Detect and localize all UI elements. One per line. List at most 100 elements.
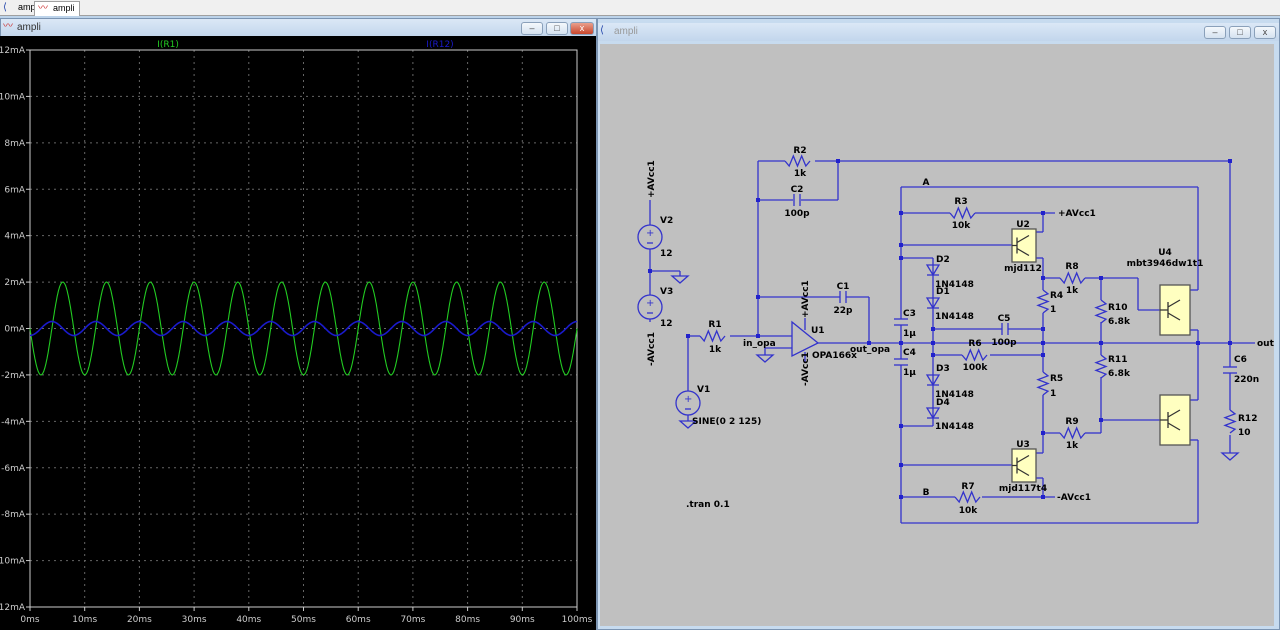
- junction-dot: [899, 495, 903, 499]
- junction-dot: [1041, 327, 1045, 331]
- net-label-vcc: +AVcc1: [1058, 209, 1096, 219]
- maximize-button[interactable]: □: [546, 22, 568, 35]
- c6-name-label: C6: [1234, 355, 1247, 365]
- r11-value-label: 6.8k: [1108, 369, 1131, 379]
- x-tick-label: 100ms: [562, 615, 593, 625]
- y-tick-label: -6mA: [1, 464, 26, 474]
- x-tick-label: 40ms: [236, 615, 261, 625]
- junction-dot: [899, 341, 903, 345]
- x-tick-label: 20ms: [127, 615, 152, 625]
- c1-name-label: C1: [837, 282, 850, 292]
- v3-name-label: V3: [660, 287, 673, 297]
- junction-dot: [1041, 211, 1045, 215]
- y-tick-label: 6mA: [4, 185, 25, 195]
- ground-symbol: [1220, 452, 1240, 461]
- junction-dot: [1099, 341, 1103, 345]
- junction-dot: [899, 463, 903, 467]
- minimize-button[interactable]: –: [1204, 26, 1226, 39]
- junction-dot: [1041, 495, 1045, 499]
- r8-value-label: 1k: [1066, 286, 1079, 296]
- schematic-titlebar[interactable]: ⟨ ampli – □ x: [598, 23, 1279, 41]
- r7-resistor-symbol[interactable]: [954, 490, 981, 504]
- r7-name-label: R7: [961, 482, 974, 492]
- r12-value-label: 10: [1238, 428, 1251, 438]
- r8-resistor-symbol[interactable]: [1059, 271, 1086, 285]
- x-tick-label: 30ms: [182, 615, 207, 625]
- r6-resistor-symbol[interactable]: [961, 348, 988, 362]
- r9-name-label: R9: [1065, 417, 1078, 427]
- v3-value-label: 12: [660, 319, 673, 329]
- r11-name-label: R11: [1108, 355, 1127, 365]
- legend-ir12[interactable]: I(R12): [426, 40, 453, 50]
- plus-sign-icon: +: [684, 394, 692, 405]
- c4-name-label: C4: [903, 348, 916, 358]
- junction-dot: [1228, 341, 1232, 345]
- x-tick-label: 0ms: [20, 615, 39, 625]
- u3-name-label: U3: [1016, 440, 1030, 450]
- x-tick-label: 90ms: [510, 615, 535, 625]
- r9-resistor-symbol[interactable]: [1059, 426, 1086, 440]
- junction-dot: [899, 256, 903, 260]
- y-tick-label: -12mA: [0, 603, 26, 613]
- c2-value-label: 100p: [784, 209, 810, 219]
- d4-value-label: 1N4148: [935, 422, 974, 432]
- x-tick-label: 80ms: [455, 615, 480, 625]
- junction-dot: [756, 198, 760, 202]
- d3-name-label: D3: [936, 364, 950, 374]
- minimize-button[interactable]: –: [521, 22, 543, 35]
- u1-name-label: U1: [811, 326, 825, 336]
- waveform-icon: 〰: [3, 21, 13, 32]
- junction-dot: [648, 269, 652, 273]
- window-title: ampli: [17, 22, 41, 33]
- d1-value-label: 1N4148: [935, 312, 974, 322]
- window-title: ampli: [614, 26, 638, 37]
- v1-name-label: V1: [697, 385, 710, 395]
- x-tick-label: 10ms: [72, 615, 97, 625]
- d1-name-label: D1: [936, 287, 950, 297]
- net-label-u1-vee: -AVcc1: [801, 352, 811, 386]
- y-tick-label: 10mA: [0, 92, 26, 102]
- junction-dot: [931, 341, 935, 345]
- junction-dot: [1196, 341, 1200, 345]
- junction-dot: [686, 334, 690, 338]
- y-tick-label: -8mA: [1, 510, 26, 520]
- junction-dot: [836, 159, 840, 163]
- r4-resistor-symbol[interactable]: [1036, 289, 1050, 314]
- y-tick-label: 0mA: [4, 325, 25, 335]
- r11-resistor-symbol[interactable]: [1094, 354, 1108, 379]
- c3-value-label: 1µ: [903, 329, 916, 339]
- c4-value-label: 1µ: [903, 368, 916, 378]
- r1-resistor-symbol[interactable]: [699, 329, 726, 343]
- schematic-canvas[interactable]: + + + R2 1k C2 100p C1 22p R1 1k V1 SINE(0 2 125) V2…: [600, 44, 1274, 626]
- r6-value-label: 100k: [963, 363, 989, 373]
- r2-resistor-symbol[interactable]: [784, 154, 811, 168]
- r2-value-label: 1k: [794, 169, 807, 179]
- maximize-button[interactable]: □: [1229, 26, 1251, 39]
- net-label-v3-vee: -AVcc1: [647, 332, 657, 366]
- d2-name-label: D2: [936, 255, 950, 265]
- net-label-a: A: [923, 178, 930, 188]
- junction-dot: [1041, 431, 1045, 435]
- legend-ir1[interactable]: I(R1): [157, 40, 179, 50]
- r4-value-label: 1: [1050, 305, 1056, 315]
- r5-resistor-symbol[interactable]: [1036, 371, 1050, 396]
- r3-resistor-symbol[interactable]: [949, 206, 976, 220]
- schematic-icon: ⟨: [600, 25, 604, 36]
- tab-waveform[interactable]: 〰 ampli: [34, 1, 80, 16]
- waveform-titlebar[interactable]: 〰 ampli – □ x: [1, 19, 596, 37]
- net-label-out: out: [1257, 339, 1274, 349]
- junction-dot: [931, 327, 935, 331]
- r3-value-label: 10k: [952, 221, 972, 231]
- plus-sign-icon: +: [646, 298, 654, 309]
- c5-name-label: C5: [998, 314, 1011, 324]
- v1-value-label: SINE(0 2 125): [692, 417, 761, 427]
- r10-resistor-symbol[interactable]: [1094, 299, 1108, 324]
- r12-resistor-symbol[interactable]: [1223, 409, 1237, 434]
- close-button[interactable]: x: [570, 22, 594, 35]
- x-tick-label: 70ms: [400, 615, 425, 625]
- net-label-v2-vcc: +AVcc1: [647, 160, 657, 198]
- waveform-plot[interactable]: 0ms 10ms 20ms 30ms 40ms 50ms 60ms 70ms 80ms 90ms 1…: [0, 36, 596, 630]
- close-button[interactable]: x: [1254, 26, 1276, 39]
- junction-dot: [931, 353, 935, 357]
- x-tick-label: 50ms: [291, 615, 316, 625]
